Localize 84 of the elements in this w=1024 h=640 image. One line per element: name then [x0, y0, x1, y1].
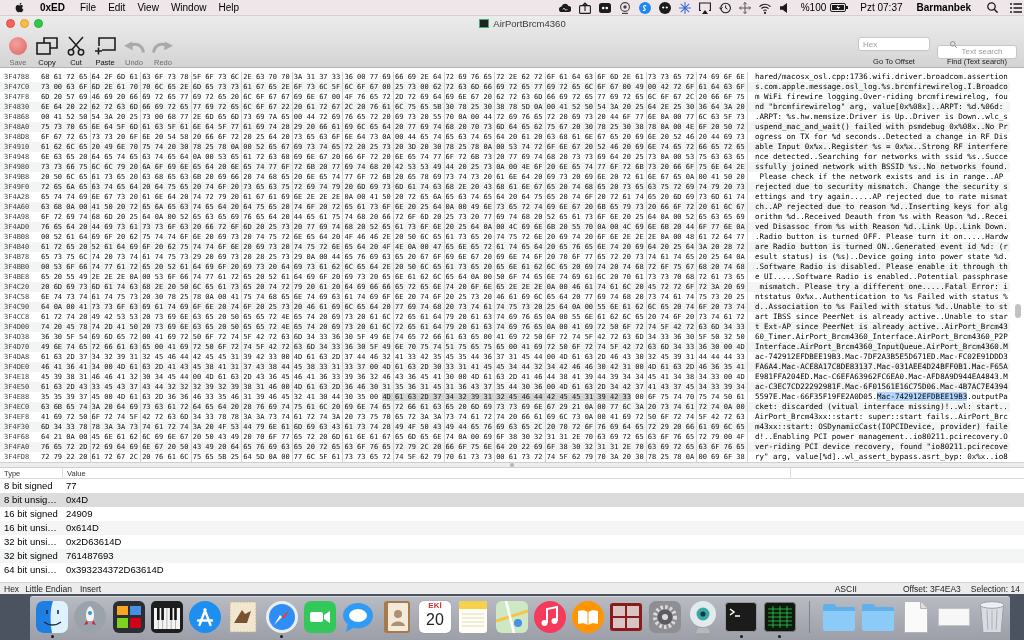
compass-icon[interactable]	[265, 601, 298, 633]
value-text: 0x2D63614D	[65, 534, 122, 549]
offset-field[interactable]: Hex	[858, 37, 930, 51]
screen-triangle-icon[interactable]	[698, 1, 711, 14]
record-circle-icon	[9, 37, 27, 55]
photo-grid-icon[interactable]	[610, 601, 643, 633]
monitor-lines-icon[interactable]	[763, 601, 796, 633]
calendar-icon[interactable]: EKİ 20	[418, 601, 451, 633]
list-icon[interactable]	[1010, 2, 1022, 13]
type-label: 64 bit unsi…	[3, 562, 58, 577]
open-book-icon[interactable]	[572, 601, 605, 633]
value-text: 761487693	[65, 548, 114, 563]
text-search-field[interactable]: Text search	[937, 44, 1017, 59]
type-label: 32 bit signed	[3, 548, 59, 563]
window-title: AirPortBrcm4360	[493, 17, 566, 30]
type-label: 16 bit signed	[3, 506, 59, 521]
notepad-icon[interactable]	[457, 601, 490, 633]
menu-item[interactable]: File	[80, 1, 97, 14]
wifi-icon[interactable]	[758, 1, 771, 14]
calendar-month-label: EKİ	[428, 601, 442, 610]
rocket-icon[interactable]	[74, 601, 107, 633]
value-text: 0x393234372D63614D	[65, 562, 164, 577]
edit-mode-toggle[interactable]: Insert	[79, 583, 102, 594]
menu-item[interactable]: View	[137, 1, 159, 14]
menu-item[interactable]: Edit	[108, 1, 126, 14]
close-button[interactable]	[6, 19, 15, 28]
inspector-row[interactable]: 32 bit signed 761487693	[0, 549, 1024, 563]
letter-a-circle-icon[interactable]	[189, 601, 222, 633]
move-arrows-icon[interactable]	[738, 1, 751, 14]
map-icon[interactable]	[495, 601, 528, 633]
cloud-loop-icon[interactable]	[558, 1, 571, 14]
value-text: 0x4D	[65, 492, 89, 507]
video-camera-icon[interactable]	[304, 601, 337, 633]
inspector-row[interactable]: 16 bit unsi… 0x614D	[0, 521, 1024, 535]
value-text: 24909	[65, 506, 93, 521]
snowflake-icon[interactable]	[678, 1, 691, 14]
apple-logo-icon[interactable]	[15, 2, 24, 13]
speech-bubble-icon[interactable]	[342, 601, 375, 633]
value-text: 77	[65, 478, 77, 493]
file-icon	[479, 19, 490, 28]
split-handle[interactable]	[510, 463, 514, 467]
menu-item[interactable]: Window	[170, 1, 207, 14]
two-tone-face-icon[interactable]	[36, 601, 68, 633]
gear-icon[interactable]	[648, 601, 681, 633]
music-note-icon[interactable]	[533, 601, 566, 633]
eyes-circle-icon[interactable]	[658, 1, 671, 14]
s-circle-icon[interactable]	[638, 1, 651, 14]
menu-clock[interactable]: Pzt 07:37	[860, 1, 903, 14]
scissors-icon	[67, 36, 85, 56]
square-dots-icon[interactable]	[598, 1, 611, 14]
type-label: 8 bit signed	[3, 478, 54, 493]
type-label: 16 bit unsi…	[3, 520, 58, 535]
endianness-toggle[interactable]: Little Endian	[25, 583, 72, 594]
user-menu[interactable]: Barmanbek	[916, 1, 971, 14]
scrollbar-thumb[interactable]	[1015, 304, 1021, 318]
tiles-icon[interactable]	[112, 601, 145, 633]
calendar-day-label: 20	[426, 610, 444, 630]
selection-readout: Selection: 14	[970, 583, 1020, 594]
stamp-icon[interactable]	[227, 601, 260, 633]
type-label: 32 bit unsi…	[3, 534, 58, 549]
encoding-toggle[interactable]: ASCII	[834, 583, 857, 594]
battery-percentage[interactable]: %100	[800, 1, 827, 14]
document-icon[interactable]	[903, 601, 928, 633]
undo-arrow-icon	[123, 39, 145, 53]
terminal-icon[interactable]	[725, 601, 758, 633]
type-label: 8 bit unsig…	[3, 492, 58, 507]
blank-card-icon[interactable]	[938, 608, 971, 626]
piano-keys-icon[interactable]	[150, 601, 183, 633]
copy-icon	[36, 37, 58, 55]
inspector-row[interactable]: 8 bit unsig… 0x4D	[0, 493, 1024, 507]
redo-arrow-icon	[152, 39, 174, 53]
search-icon	[950, 40, 957, 48]
zoom-button[interactable]	[34, 19, 43, 28]
app-menu[interactable]: 0xED	[40, 1, 65, 14]
frame-plus-icon	[94, 37, 116, 55]
menu-item[interactable]: Help	[218, 1, 240, 14]
offset-readout: Offset: 3F4EA3	[902, 583, 961, 594]
mode-toggle[interactable]: Hex	[4, 583, 20, 594]
tray-arrow-icon[interactable]	[578, 1, 591, 14]
search-icon[interactable]	[987, 2, 998, 13]
value-text: 0x614D	[65, 520, 99, 535]
battery-icon[interactable]	[830, 3, 849, 12]
trash-icon[interactable]	[979, 601, 1006, 633]
webcam-icon[interactable]	[618, 1, 631, 14]
